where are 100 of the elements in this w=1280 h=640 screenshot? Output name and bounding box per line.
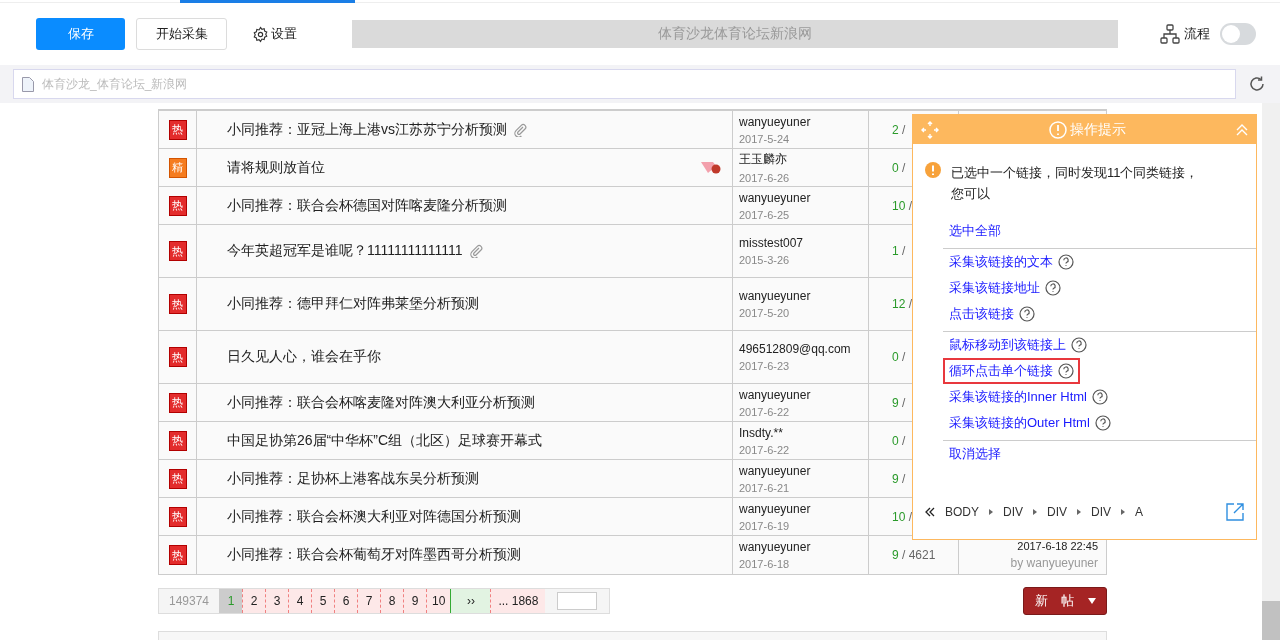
page-link[interactable]: 6: [334, 589, 358, 613]
alert-icon: [1049, 120, 1067, 139]
last-page-link[interactable]: ... 1868: [490, 589, 546, 613]
flow-label: 流程: [1184, 25, 1210, 43]
post-date: 2017-6-22: [739, 443, 790, 456]
page-link[interactable]: 3: [265, 589, 289, 613]
action-link[interactable]: 鼠标移动到该链接上: [943, 332, 1093, 358]
page-link[interactable]: 10: [426, 589, 451, 613]
page-link[interactable]: 2: [242, 589, 266, 613]
topic-link[interactable]: 日久见人心，谁会在乎你: [227, 348, 381, 366]
page-input[interactable]: [557, 592, 598, 610]
separator-icon: [989, 509, 993, 515]
reply-count: 0 /: [891, 433, 906, 448]
start-button[interactable]: 开始采集: [136, 18, 227, 50]
topic-link[interactable]: 请将规则放首位: [227, 158, 325, 177]
topic-link[interactable]: 小同推荐：德甲拜仁对阵弗莱堡分析预测: [227, 295, 479, 313]
author-name[interactable]: 王玉麟亦: [739, 151, 787, 168]
paperclip-icon: [513, 122, 527, 137]
double-chevron-icon[interactable]: [925, 507, 935, 517]
settings-icon: [252, 25, 269, 43]
page-link[interactable]: 5: [311, 589, 335, 613]
topic-link[interactable]: 小同推荐：联合会杯澳大利亚对阵德国分析预测: [227, 507, 521, 526]
topic-link[interactable]: 小同推荐：联合会杯德国对阵喀麦隆分析预测: [227, 196, 507, 215]
page-link[interactable]: 9: [403, 589, 427, 613]
page-link[interactable]: 4: [288, 589, 312, 613]
action-link[interactable]: 采集该链接地址: [943, 275, 1067, 301]
post-date: 2017-6-22: [739, 405, 790, 418]
topic-link[interactable]: 小同推荐：足协杯上港客战东吴分析预测: [227, 469, 479, 488]
path-crumb[interactable]: BODY: [945, 505, 979, 519]
topic-badge: 热: [168, 468, 187, 489]
reply-count: 1 /: [891, 244, 906, 258]
external-link-icon[interactable]: [1226, 503, 1244, 521]
document-icon: [22, 77, 34, 92]
reply-count: 9 /: [891, 471, 906, 486]
reply-count: 0 /: [891, 160, 906, 175]
topic-badge: 热: [168, 545, 187, 565]
refresh-button[interactable]: [1248, 75, 1266, 93]
separator-icon: [1121, 509, 1126, 515]
flowchart-icon[interactable]: [1160, 24, 1180, 44]
action-link[interactable]: 点击该链接: [943, 301, 1041, 327]
caret-icon: [1087, 598, 1096, 604]
author-name[interactable]: wanyueyuner: [739, 540, 811, 554]
post-date: 2017-6-26: [739, 172, 790, 184]
action-link[interactable]: 循环点击单个链接: [943, 358, 1080, 384]
post-date: 2017-6-18: [739, 558, 790, 570]
author-name[interactable]: misstest007: [739, 236, 804, 250]
post-date: 2017-5-24: [739, 132, 790, 145]
action-link[interactable]: 采集该链接的文本: [943, 249, 1080, 275]
action-link[interactable]: 选中全部: [943, 218, 1007, 244]
help-icon[interactable]: [1058, 254, 1074, 270]
path-crumb[interactable]: DIV: [1091, 505, 1112, 519]
reply-count: 9 / 4621: [891, 548, 936, 562]
topic-link[interactable]: 小同推荐：联合会杯喀麦隆对阵澳大利亚分析预测: [227, 393, 535, 412]
scrollbar[interactable]: [1262, 103, 1280, 640]
author-name[interactable]: 496512809@qq.com: [739, 342, 851, 356]
help-icon[interactable]: [1019, 306, 1035, 322]
total-count: 149374: [168, 593, 211, 610]
topic-link[interactable]: 小同推荐：联合会杯葡萄牙对阵墨西哥分析预测: [227, 546, 521, 564]
topic-badge: 热: [168, 241, 187, 261]
help-icon[interactable]: [1094, 415, 1111, 431]
reply-count: 10 /: [891, 509, 913, 524]
action-link[interactable]: 取消选择: [943, 441, 1007, 467]
tips-title: 操作提示: [1070, 120, 1126, 139]
topic-badge: 热: [168, 506, 187, 527]
topic-badge: 热: [168, 119, 187, 140]
next-page-link[interactable]: ››: [450, 589, 491, 613]
help-icon[interactable]: [1058, 363, 1074, 379]
author-name[interactable]: wanyueyuner: [739, 387, 811, 402]
reply-count: 2 /: [891, 122, 906, 137]
author-name[interactable]: Insdty.**: [739, 425, 783, 440]
new-post-button[interactable]: 新 帖: [1023, 587, 1107, 615]
post-date: 2017-6-19: [739, 519, 790, 532]
author-name[interactable]: wanyueyuner: [739, 463, 811, 478]
path-crumb[interactable]: A: [1135, 505, 1144, 519]
gem-icon: [700, 159, 722, 175]
post-date: 2017-6-21: [739, 481, 790, 494]
topic-badge: 热: [168, 195, 187, 216]
topic-link[interactable]: 今年英超冠军是谁呢？11111111111111: [227, 242, 463, 260]
help-icon[interactable]: [1091, 389, 1108, 405]
post-date: 2017-6-25: [739, 208, 790, 221]
settings-button[interactable]: 设置: [252, 25, 297, 43]
help-icon[interactable]: [1071, 337, 1087, 353]
path-crumb[interactable]: DIV: [1047, 505, 1068, 519]
post-date: 2017-6-23: [739, 360, 790, 372]
path-crumb[interactable]: DIV: [1003, 505, 1024, 519]
author-name[interactable]: wanyueyuner: [739, 501, 811, 516]
topic-link[interactable]: 中国足协第26届“中华杯”C组（北区）足球赛开幕式: [227, 431, 542, 450]
separator-icon: [1077, 509, 1082, 515]
page-link[interactable]: 7: [357, 589, 381, 613]
reply-count: 0 /: [891, 350, 906, 364]
page-link[interactable]: 8: [380, 589, 404, 613]
action-link[interactable]: 采集该链接的Outer Html: [943, 410, 1117, 436]
help-icon[interactable]: [1045, 280, 1061, 296]
flow-toggle[interactable]: [1220, 23, 1256, 45]
author-name[interactable]: wanyueyuner: [739, 114, 811, 129]
topic-link[interactable]: 小同推荐：亚冠上海上港vs江苏苏宁分析预测: [227, 120, 507, 139]
author-name[interactable]: wanyueyuner: [739, 190, 811, 205]
author-name[interactable]: wanyueyuner: [739, 289, 811, 303]
warning-icon: [925, 162, 941, 178]
action-link[interactable]: 采集该链接的Inner Html: [943, 384, 1114, 410]
